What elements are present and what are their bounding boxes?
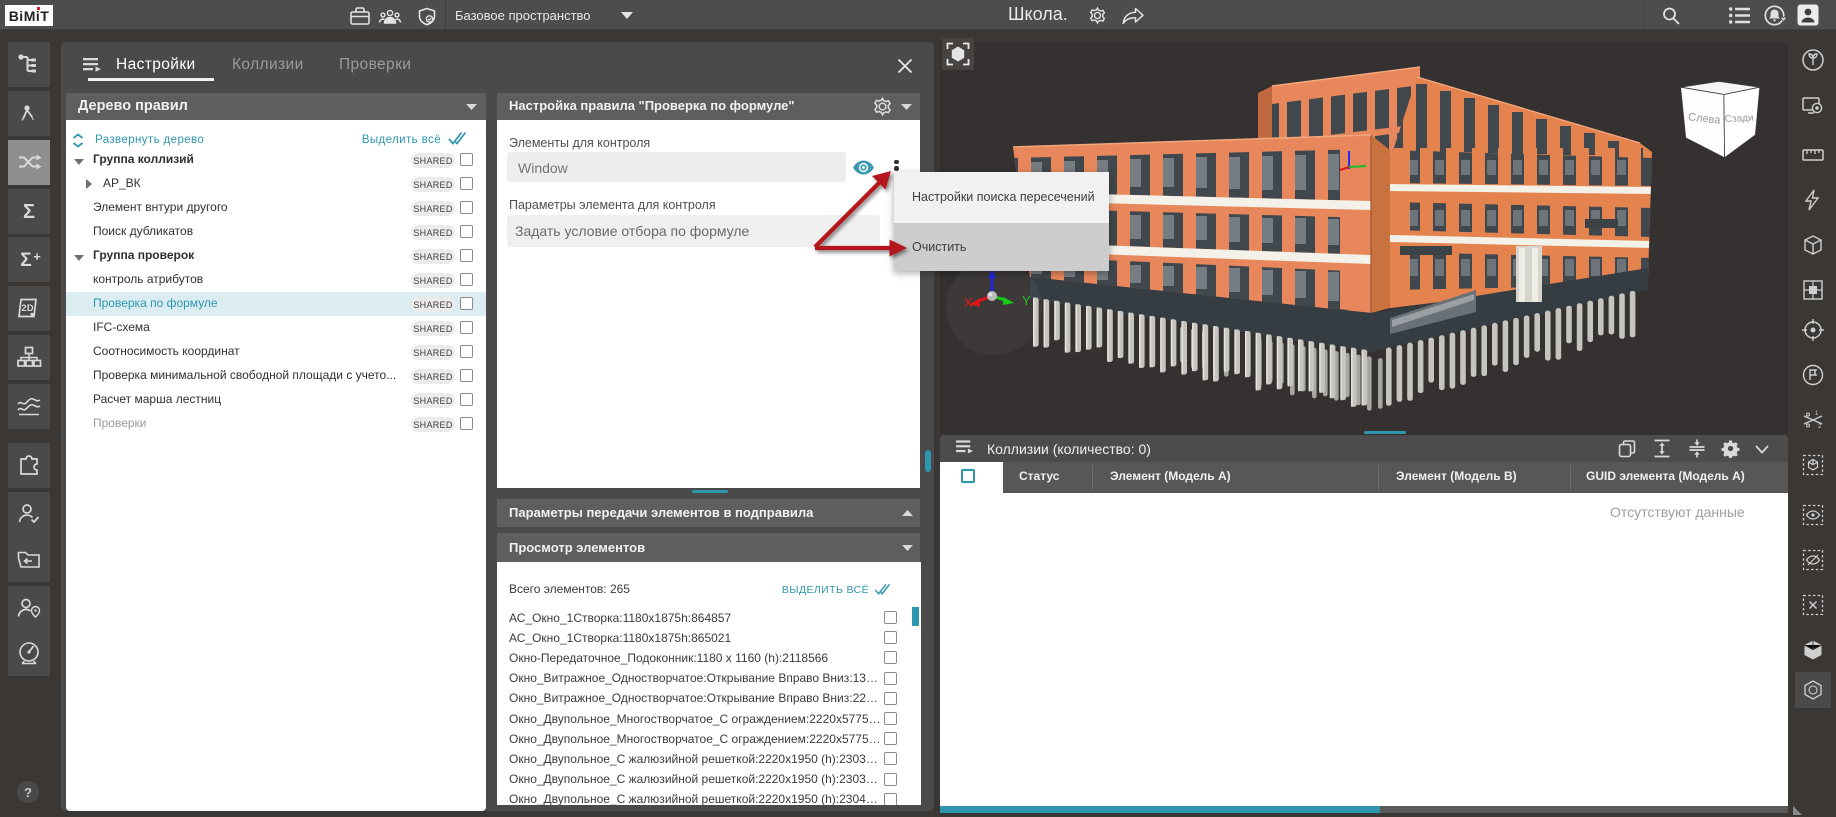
svg-text:Σ: Σ [23,201,35,223]
svg-text:Сзади: Сзади [1724,113,1754,125]
svg-text:+: + [33,249,41,264]
svg-text:1: 1 [1815,411,1819,417]
svg-text:Σ: Σ [20,250,31,271]
svg-text:2D: 2D [21,303,33,314]
svg-text:X: X [964,295,973,310]
svg-text:Y: Y [1022,293,1031,308]
svg-text:2: 2 [1818,424,1822,430]
